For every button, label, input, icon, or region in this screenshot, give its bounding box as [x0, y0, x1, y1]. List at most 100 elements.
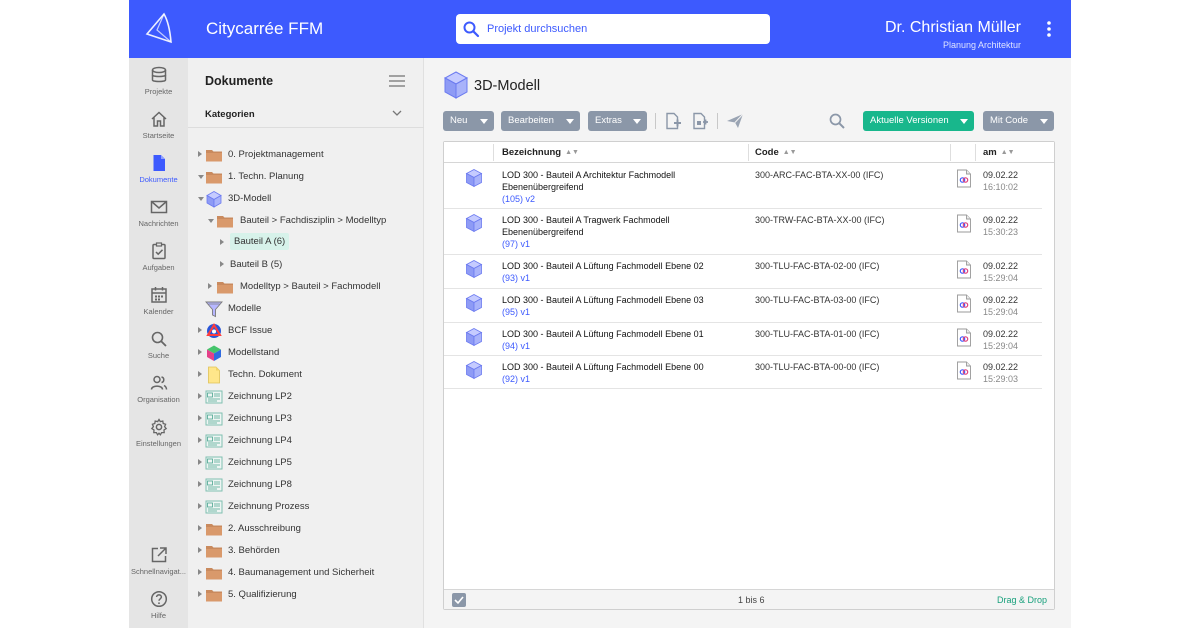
drag-drop-link[interactable]: Drag & Drop [997, 595, 1047, 605]
expand-arrow-icon[interactable] [198, 569, 202, 575]
table-row[interactable]: LOD 300 - Bauteil A Tragwerk Fachmodell … [444, 209, 1042, 255]
tree-node-3d-modell[interactable]: 3D-Modell [188, 190, 424, 208]
expand-arrow-icon[interactable] [198, 151, 202, 157]
version-link[interactable]: (93) v1 [502, 273, 530, 283]
ifc-file-icon[interactable] [956, 260, 972, 279]
nav-aufgaben[interactable]: Aufgaben [129, 242, 188, 282]
current-versions-dropdown[interactable]: Aktuelle Versionen [863, 111, 974, 131]
column-header-date[interactable]: am ▲▼ [983, 147, 1015, 158]
edit-button[interactable]: Bearbeiten [501, 111, 580, 131]
expand-arrow-icon[interactable] [198, 525, 202, 531]
tree-node-2-ausschreibung[interactable]: 2. Ausschreibung [188, 520, 424, 538]
nav-kalender[interactable]: Kalender [129, 286, 188, 326]
expand-arrow-icon[interactable] [198, 371, 202, 377]
document-name[interactable]: LOD 300 - Bauteil A Lüftung Fachmodell E… [502, 295, 742, 307]
tree-node-3-beh-rden[interactable]: 3. Behörden [188, 542, 424, 560]
tree-node-modellstand[interactable]: Modellstand [188, 344, 424, 362]
expand-arrow-icon[interactable] [198, 547, 202, 553]
expand-arrow-icon[interactable] [198, 327, 202, 333]
tree-node-zeichnung-lp4[interactable]: Zeichnung LP4 [188, 432, 424, 450]
tree-node-zeichnung-lp5[interactable]: Zeichnung LP5 [188, 454, 424, 472]
with-code-dropdown[interactable]: Mit Code [983, 111, 1054, 131]
edit-button-label: Bearbeiten [508, 115, 554, 126]
collapse-arrow-icon[interactable] [198, 175, 204, 179]
upload-document-icon[interactable] [691, 112, 709, 130]
tree-node-bauteil-b-5[interactable]: Bauteil B (5) [188, 256, 424, 274]
nav-dokumente[interactable]: Dokumente [129, 154, 188, 194]
nav-projekte[interactable]: Projekte [129, 66, 188, 106]
ifc-file-icon[interactable] [956, 214, 972, 233]
table-row[interactable]: LOD 300 - Bauteil A Lüftung Fachmodell E… [444, 356, 1042, 389]
table-row[interactable]: LOD 300 - Bauteil A Lüftung Fachmodell E… [444, 289, 1042, 323]
tree-node-bauteil-fachdisziplin-modelltyp[interactable]: Bauteil > Fachdisziplin > Modelltyp [188, 212, 424, 230]
document-name[interactable]: LOD 300 - Bauteil A Lüftung Fachmodell E… [502, 261, 742, 273]
expand-arrow-icon[interactable] [198, 393, 202, 399]
document-name[interactable]: LOD 300 - Bauteil A Tragwerk Fachmodell … [502, 215, 742, 238]
table-row[interactable]: LOD 300 - Bauteil A Lüftung Fachmodell E… [444, 255, 1042, 289]
nav-startseite[interactable]: Startseite [129, 110, 188, 150]
tree-node-bauteil-a-6[interactable]: Bauteil A (6) [188, 233, 424, 252]
tree-node-label: 3D-Modell [228, 193, 272, 204]
tree-node-0-projektmanagement[interactable]: 0. Projektmanagement [188, 146, 424, 164]
ifc-file-icon[interactable] [956, 361, 972, 380]
expand-arrow-icon[interactable] [198, 349, 202, 355]
tree-node-zeichnung-lp3[interactable]: Zeichnung LP3 [188, 410, 424, 428]
nav-schnellnavigation[interactable]: Schnellnavigat... [129, 546, 188, 586]
nav-einstellungen[interactable]: Einstellungen [129, 418, 188, 458]
tree-node-1-techn-planung[interactable]: 1. Techn. Planung [188, 168, 424, 186]
extras-button[interactable]: Extras [588, 111, 647, 131]
tree-node-label: Modellstand [228, 347, 280, 358]
document-name[interactable]: LOD 300 - Bauteil A Lüftung Fachmodell E… [502, 362, 742, 374]
nav-nachrichten[interactable]: Nachrichten [129, 198, 188, 238]
expand-arrow-icon[interactable] [198, 437, 202, 443]
ifc-file-icon[interactable] [956, 169, 972, 188]
nav-suche[interactable]: Suche [129, 330, 188, 370]
project-search-input[interactable]: Projekt durchsuchen [456, 14, 770, 44]
add-document-icon[interactable] [664, 112, 682, 130]
new-button[interactable]: Neu [443, 111, 494, 131]
expand-arrow-icon[interactable] [198, 591, 202, 597]
categories-dropdown[interactable]: Kategorien [188, 100, 424, 128]
document-name[interactable]: LOD 300 - Bauteil A Architektur Fachmode… [502, 170, 742, 193]
tree-node-zeichnung-prozess[interactable]: Zeichnung Prozess [188, 498, 424, 516]
tree-node-modelltyp-bauteil-fachmodell[interactable]: Modelltyp > Bauteil > Fachmodell [188, 278, 424, 296]
ifc-file-icon[interactable] [956, 294, 972, 313]
hamburger-menu-icon[interactable] [389, 75, 405, 87]
document-name[interactable]: LOD 300 - Bauteil A Lüftung Fachmodell E… [502, 329, 742, 341]
more-vertical-icon[interactable] [1045, 20, 1053, 38]
expand-arrow-icon[interactable] [198, 415, 202, 421]
nav-hilfe[interactable]: Hilfe [129, 590, 188, 628]
tree-node-zeichnung-lp8[interactable]: Zeichnung LP8 [188, 476, 424, 494]
expand-arrow-icon[interactable] [198, 503, 202, 509]
expand-arrow-icon[interactable] [198, 481, 202, 487]
version-link[interactable]: (92) v1 [502, 374, 530, 384]
version-link[interactable]: (105) v2 [502, 194, 535, 204]
column-header-name[interactable]: Bezeichnung ▲▼ [502, 147, 579, 158]
tree-node-5-qualifizierung[interactable]: 5. Qualifizierung [188, 586, 424, 604]
send-icon[interactable] [726, 112, 744, 130]
tree-node-zeichnung-lp2[interactable]: Zeichnung LP2 [188, 388, 424, 406]
collapse-arrow-icon[interactable] [208, 219, 214, 223]
user-name[interactable]: Dr. Christian Müller [885, 19, 1021, 37]
table-row[interactable]: LOD 300 - Bauteil A Architektur Fachmode… [444, 164, 1042, 209]
table-row[interactable]: LOD 300 - Bauteil A Lüftung Fachmodell E… [444, 323, 1042, 356]
logo-icon[interactable] [143, 12, 175, 46]
version-link[interactable]: (95) v1 [502, 307, 530, 317]
tree-node-techn-dokument[interactable]: Techn. Dokument [188, 366, 424, 384]
nav-organisation[interactable]: Organisation [129, 374, 188, 414]
tree-node-modelle[interactable]: Modelle [188, 300, 424, 318]
expand-arrow-icon[interactable] [220, 239, 224, 245]
expand-arrow-icon[interactable] [208, 283, 212, 289]
version-link[interactable]: (94) v1 [502, 341, 530, 351]
ifc-file-icon[interactable] [956, 328, 972, 347]
expand-arrow-icon[interactable] [220, 261, 224, 267]
expand-arrow-icon[interactable] [198, 459, 202, 465]
column-header-code[interactable]: Code ▲▼ [755, 147, 797, 158]
project-title[interactable]: Citycarrée FFM [206, 19, 323, 39]
tree-node-bcf-issue[interactable]: BCF Issue [188, 322, 424, 340]
tree-node-4-baumanagement-und-sicherheit[interactable]: 4. Baumanagement und Sicherheit [188, 564, 424, 582]
search-icon[interactable] [828, 112, 846, 130]
version-link[interactable]: (97) v1 [502, 239, 530, 249]
select-all-checkbox[interactable] [452, 593, 466, 607]
collapse-arrow-icon[interactable] [198, 197, 204, 201]
